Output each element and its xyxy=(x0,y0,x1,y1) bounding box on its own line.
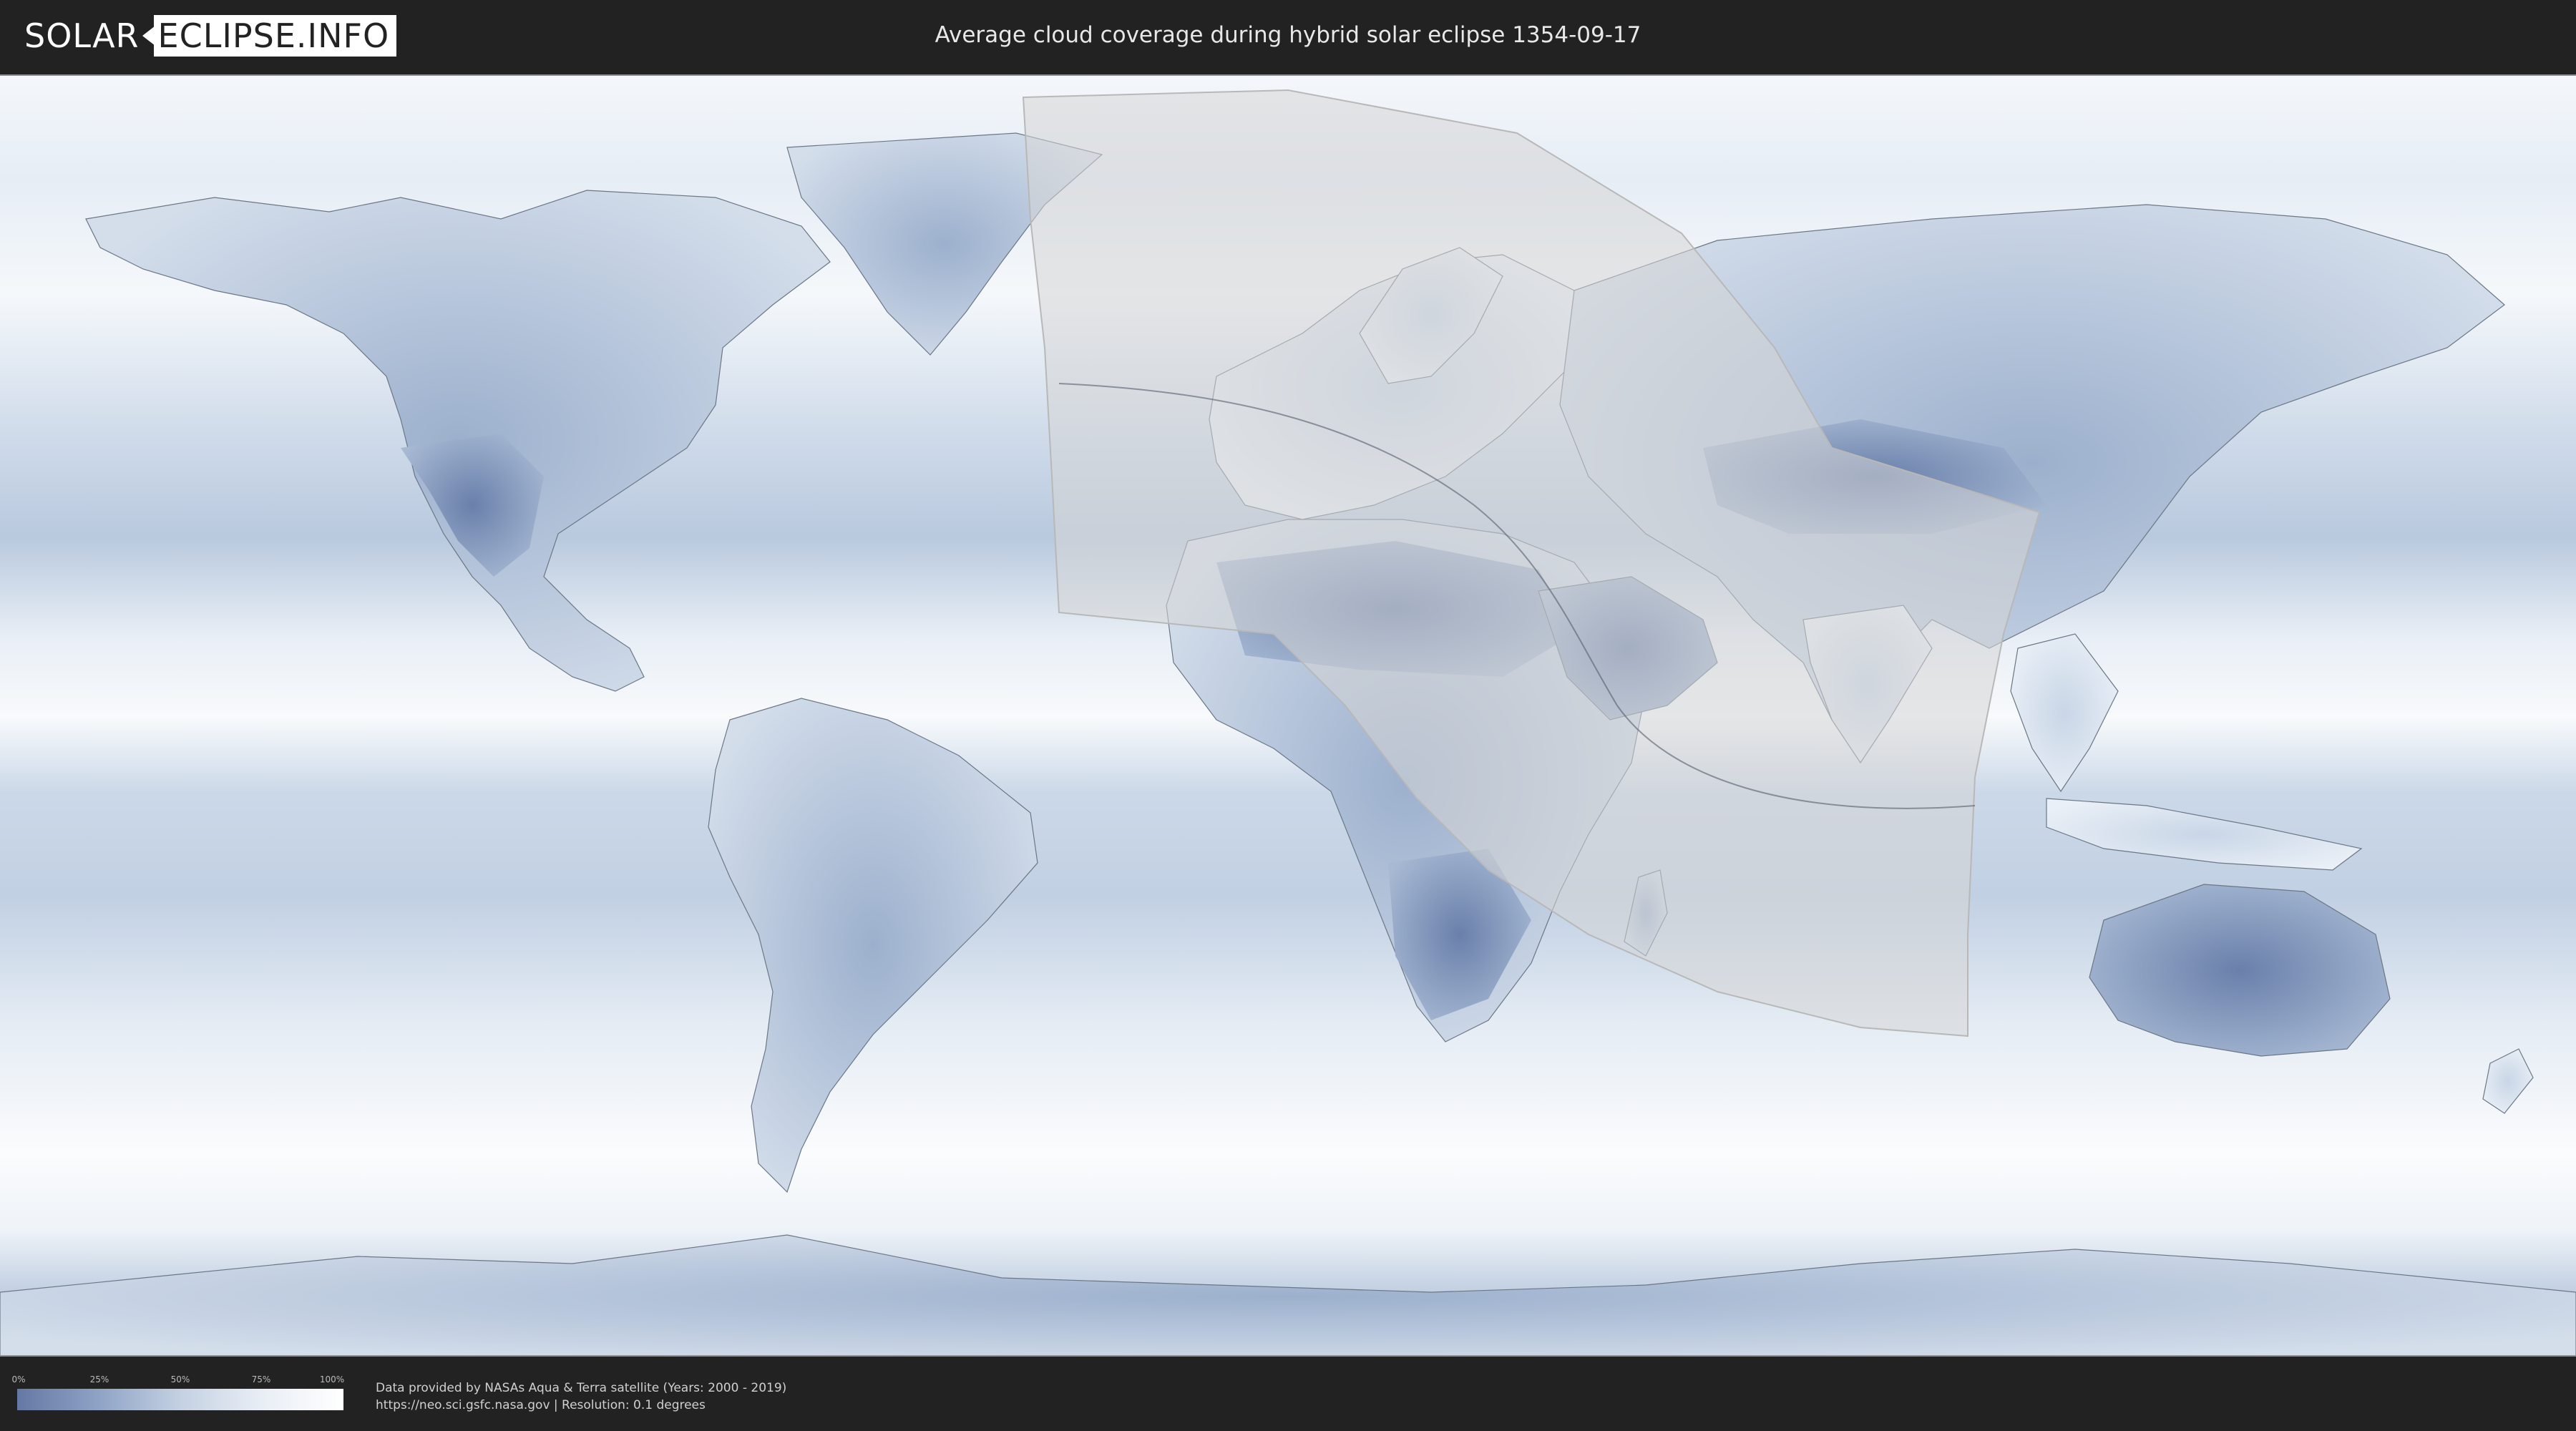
legend-tick: 25% xyxy=(89,1374,109,1384)
credit-line-source: Data provided by NASAs Aqua & Terra sate… xyxy=(376,1381,787,1395)
legend-tick: 50% xyxy=(170,1374,190,1384)
map-canvas xyxy=(0,76,2576,1355)
legend-color-bar xyxy=(17,1389,343,1410)
credit-line-url[interactable]: https://neo.sci.gsfc.nasa.gov | Resoluti… xyxy=(376,1397,786,1414)
top-bar: SOLAR ECLIPSE.INFO Average cloud coverag… xyxy=(0,0,2576,72)
legend-tick: 0% xyxy=(11,1374,26,1384)
cloud-coverage-legend: 0% 25% 50% 75% 100% xyxy=(11,1374,345,1415)
page-title: Average cloud coverage during hybrid sol… xyxy=(935,22,1641,48)
legend-tick: 75% xyxy=(251,1374,271,1384)
data-credits: Data provided by NASAs Aqua & Terra sate… xyxy=(376,1379,786,1414)
legend-tick: 100% xyxy=(319,1374,345,1384)
cloud-coverage-map[interactable] xyxy=(0,74,2576,1357)
